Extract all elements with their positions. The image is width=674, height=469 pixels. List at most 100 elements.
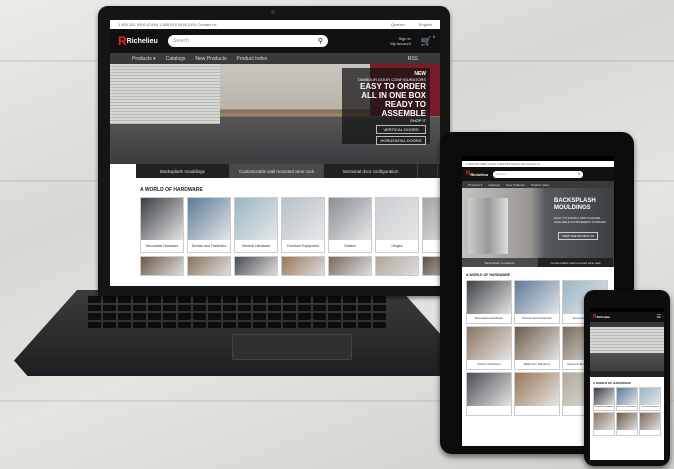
category-card[interactable]: Casters — [328, 197, 372, 253]
category-card[interactable] — [514, 372, 560, 416]
category-card[interactable]: Screws and Fasteners — [187, 197, 231, 253]
utility-bar: 1 800 361 6000 (CAN) 1 800 619 5446 (US)… — [110, 20, 440, 29]
category-label: General Hardware — [235, 240, 277, 252]
nav-product-index[interactable]: Product Index — [237, 56, 268, 62]
province-select[interactable]: Quebec — [391, 22, 405, 27]
keyboard-key — [253, 296, 266, 303]
search-input[interactable]: Search ⚲ — [493, 170, 584, 178]
site-logo[interactable]: R Richelieu — [118, 34, 158, 48]
view-products-button[interactable]: VIEW THE PRODUCTS — [558, 232, 599, 240]
category-label: Furniture Equipment — [282, 240, 324, 252]
vertical-doors-button[interactable]: VERTICAL DOORS — [376, 125, 426, 134]
keyboard-key — [88, 321, 101, 328]
tab-backsplash[interactable]: Backsplash mouldings — [462, 258, 538, 267]
category-image — [467, 327, 511, 362]
site-logo[interactable]: R Richelieu — [466, 171, 488, 177]
horizontal-doors-button[interactable]: HORIZONTAL DOORS — [376, 136, 426, 145]
account-menu[interactable]: Sign in My account — [390, 36, 410, 46]
category-image — [376, 198, 418, 242]
keyboard-key — [238, 313, 251, 320]
category-card[interactable]: Decorative Hardware — [593, 387, 615, 411]
category-card[interactable] — [187, 256, 231, 276]
category-card[interactable]: Screws and Fasteners — [616, 387, 638, 411]
hero-shop-link[interactable]: SHOP IT — [346, 118, 426, 123]
logo-text: Richelieu — [596, 315, 610, 319]
nav-product-index[interactable]: Product Index — [531, 183, 550, 187]
hero-moulding-image — [468, 198, 508, 254]
category-label: Kitchen Solutions — [467, 360, 511, 369]
contact-phone[interactable]: 1 800 361 6000 (CAN) 1 800 619 5446 (US)… — [118, 22, 217, 27]
category-card[interactable]: Decorative Hardware — [140, 197, 184, 253]
hero-banner[interactable]: BACKSPLASH MOULDINGS EASY TO INSTALL AND… — [462, 188, 614, 258]
promo-tabs: Backsplash mouldings Customizable wall m… — [462, 258, 614, 267]
section-title: A WORLD OF HARDWARE — [466, 273, 511, 277]
nav-products[interactable]: Products ▾ — [468, 183, 482, 187]
nav-catalogs[interactable]: Catalogs — [488, 183, 500, 187]
category-card[interactable]: Decorative Hardware — [466, 280, 512, 324]
search-icon[interactable]: ⚲ — [318, 37, 323, 45]
contact-phone[interactable]: 1 800 361 6000 (CAN) 1 800 619 5446 (US)… — [466, 162, 540, 166]
category-card[interactable] — [422, 256, 440, 276]
category-card[interactable] — [593, 412, 615, 436]
keyboard-key — [358, 304, 371, 311]
category-card[interactable]: Screws and Fasteners — [514, 280, 560, 324]
keyboard-key — [223, 304, 236, 311]
nav-new-products[interactable]: New Products — [506, 183, 525, 187]
keyboard-key — [358, 321, 371, 328]
category-card[interactable] — [466, 372, 512, 416]
keyboard-key — [103, 321, 116, 328]
search-icon[interactable]: ⚲ — [578, 172, 580, 176]
keyboard-key — [103, 304, 116, 311]
category-card[interactable]: Furniture Equipment — [281, 197, 325, 253]
category-card[interactable] — [281, 256, 325, 276]
tab-backsplash[interactable]: Backsplash mouldings — [136, 164, 230, 178]
keyboard-key — [208, 313, 221, 320]
category-label: Screws and Fasteners — [617, 405, 637, 410]
laptop: 1 800 361 6000 (CAN) 1 800 619 5446 (US)… — [98, 6, 450, 296]
category-image — [515, 327, 559, 362]
search-placeholder: Search — [496, 172, 506, 176]
tab-wine-rack[interactable]: Customizable wall mounted wine rack — [230, 164, 324, 178]
keyboard-key — [223, 313, 236, 320]
tab-more[interactable] — [418, 164, 438, 178]
nav-catalogs[interactable]: Catalogs — [166, 56, 186, 62]
cart-icon[interactable]: 🛒 0 — [421, 34, 435, 47]
keyboard-key — [118, 321, 131, 328]
nav-products[interactable]: Products ▾ — [132, 56, 156, 62]
tab-sectional-door[interactable]: Sectional door configuration — [324, 164, 418, 178]
keyboard-key — [118, 296, 131, 303]
menu-icon[interactable]: ☰ — [657, 314, 661, 320]
category-card[interactable] — [140, 256, 184, 276]
category-card[interactable]: General Hardware — [639, 387, 661, 411]
hero-panel: NEW TAMBOUR DOOR CONFIGURATORS EASY TO O… — [342, 68, 430, 145]
keyboard-key — [208, 321, 221, 328]
category-image — [188, 198, 230, 242]
language-select[interactable]: English — [419, 22, 432, 27]
category-card[interactable] — [234, 256, 278, 276]
hero-banner[interactable]: NEW TAMBOUR DOOR CONFIGURATORS EASY TO O… — [110, 64, 440, 164]
tab-wine-rack[interactable]: Customizable wall mounted wine rack — [538, 258, 614, 267]
search-input[interactable]: Search ⚲ — [168, 35, 328, 47]
category-card[interactable]: Bathroom Solutions — [514, 326, 560, 370]
rss-link[interactable]: RSS — [408, 56, 418, 62]
site-logo[interactable]: R Richelieu — [593, 314, 610, 320]
keyboard-key — [133, 296, 146, 303]
category-image — [423, 198, 440, 242]
keyboard-key — [283, 296, 296, 303]
my-account-link[interactable]: My account — [390, 41, 410, 46]
category-card[interactable] — [375, 256, 419, 276]
phone: R Richelieu ☰ A WORLD OF HARDWARE Decora… — [584, 290, 670, 466]
category-card[interactable]: General Hardware — [234, 197, 278, 253]
category-card[interactable]: S — [422, 197, 440, 253]
category-card[interactable]: Kitchen Solutions — [466, 326, 512, 370]
keyboard-key — [298, 296, 311, 303]
category-card[interactable] — [328, 256, 372, 276]
category-label: Decorative Hardware — [594, 405, 614, 410]
keyboard-key — [373, 296, 386, 303]
category-card[interactable] — [639, 412, 661, 436]
hero-banner[interactable] — [590, 327, 664, 371]
category-card[interactable]: Hinges — [375, 197, 419, 253]
nav-new-products[interactable]: New Products — [195, 56, 226, 62]
category-card[interactable] — [616, 412, 638, 436]
category-label: Casters — [329, 240, 371, 252]
